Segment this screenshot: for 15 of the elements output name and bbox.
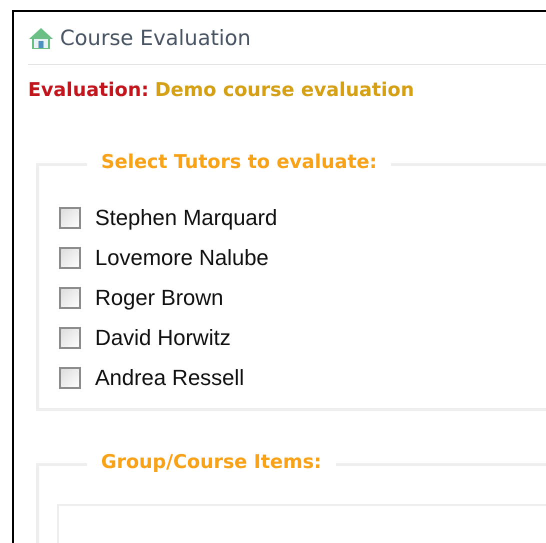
evaluation-label: Evaluation: <box>28 79 149 101</box>
checkbox[interactable] <box>59 367 81 389</box>
tutor-name: Stephen Marquard <box>95 205 278 231</box>
page-title: Course Evaluation <box>60 26 251 50</box>
tutor-name: David Horwitz <box>95 325 231 351</box>
checkbox[interactable] <box>59 247 81 269</box>
checkbox[interactable] <box>59 207 81 229</box>
tutor-name: Lovemore Nalube <box>95 245 269 271</box>
checkbox[interactable] <box>59 327 81 349</box>
checkbox[interactable] <box>59 287 81 309</box>
tutor-name: Andrea Ressell <box>95 365 244 391</box>
home-icon <box>28 26 54 50</box>
evaluation-name: Demo course evaluation <box>154 79 414 101</box>
fieldset-legend: Group/Course Items: <box>87 451 336 473</box>
tutor-name: Roger Brown <box>95 285 224 311</box>
